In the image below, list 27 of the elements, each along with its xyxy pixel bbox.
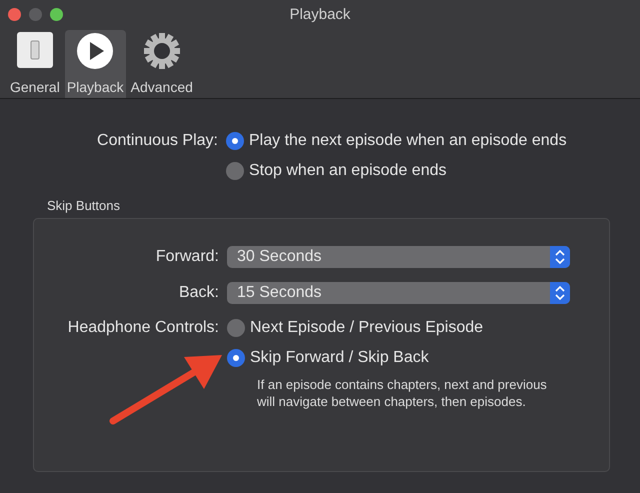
radio-button[interactable] <box>227 318 245 336</box>
window-title: Playback <box>290 4 350 25</box>
option-label: Play the next episode when an episode ends <box>249 131 567 151</box>
close-button[interactable] <box>8 8 21 22</box>
option-label: Next Episode / Previous Episode <box>250 318 484 338</box>
toolbar-tab[interactable]: Playback <box>64 30 126 98</box>
field-label: Back: <box>178 282 219 302</box>
switch-icon <box>16 32 53 68</box>
popup-button[interactable]: 30 Seconds <box>227 246 570 268</box>
section-title: Skip Buttons <box>47 197 121 215</box>
radio-button[interactable] <box>226 162 244 180</box>
toolbar-tab[interactable]: General <box>8 30 62 98</box>
field-label: Forward: <box>156 246 219 266</box>
option-label: Skip Forward / Skip Back <box>250 348 429 368</box>
stepper-chevron-icon <box>550 246 570 268</box>
play-icon <box>76 32 114 70</box>
option-label: Stop when an episode ends <box>249 161 446 181</box>
gear-icon <box>142 32 181 70</box>
popup-button[interactable]: 15 Seconds <box>227 282 570 304</box>
radio-button[interactable] <box>227 348 245 366</box>
help-text: If an episode contains chapters, next and previous will navigate between chapters, then episodes. <box>257 376 548 410</box>
stepper-chevron-icon <box>550 282 570 304</box>
radio-button[interactable] <box>226 132 244 150</box>
field-label: Headphone Controls: <box>68 318 219 338</box>
zoom-button[interactable] <box>50 8 63 22</box>
toolbar-tab[interactable]: Advanced <box>128 30 195 98</box>
field-label: Continuous Play: <box>97 131 218 151</box>
